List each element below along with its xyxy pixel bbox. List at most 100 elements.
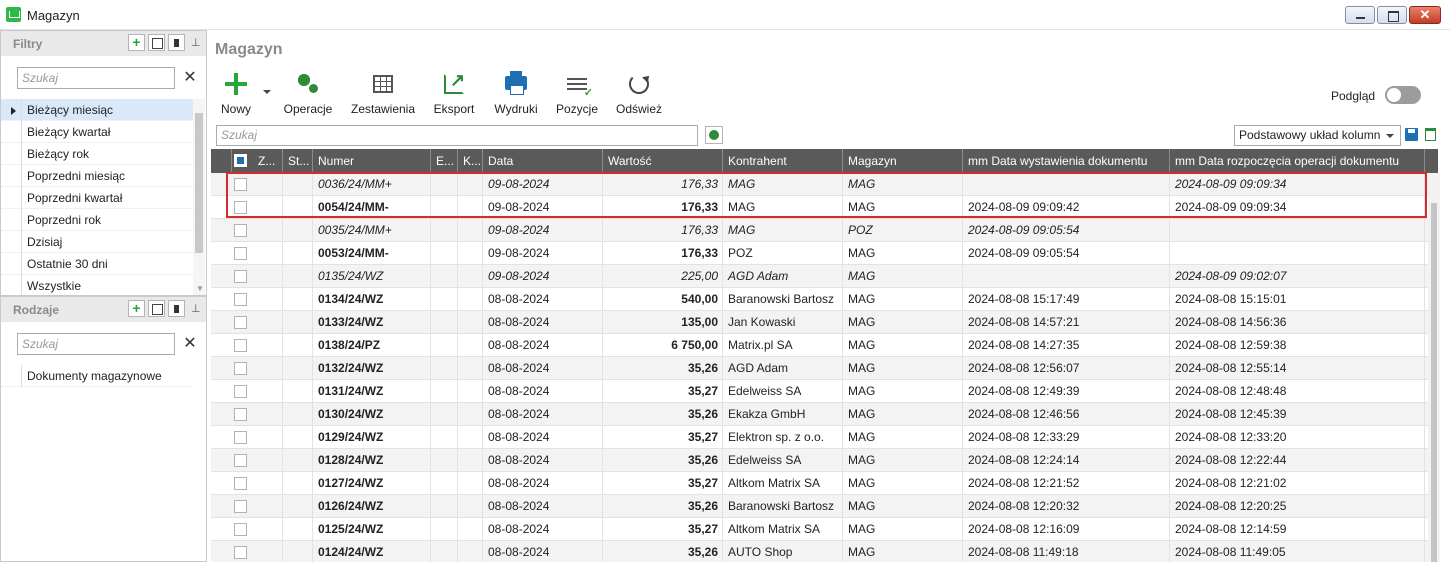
- delete-filter-button[interactable]: [168, 34, 185, 51]
- header-col-z[interactable]: Z...: [253, 149, 283, 173]
- export-button[interactable]: Eksport: [430, 70, 478, 116]
- pin-icon[interactable]: ⊥: [191, 36, 201, 50]
- list-item[interactable]: Wszystkie: [1, 275, 193, 295]
- row-checkbox[interactable]: [234, 270, 247, 283]
- edit-type-button[interactable]: [148, 300, 165, 317]
- table-row[interactable]: 0135/24/WZ 09-08-2024 225,00 AGD Adam MAG 202…: [211, 265, 1438, 288]
- list-item[interactable]: Bieżący miesiąc: [1, 99, 193, 121]
- row-checkbox[interactable]: [234, 339, 247, 352]
- refresh-button[interactable]: Odśwież: [614, 70, 664, 116]
- add-filter-button[interactable]: +: [128, 34, 145, 51]
- filters-search-input[interactable]: Szukaj: [17, 67, 175, 89]
- clear-search-icon[interactable]: ✕: [181, 335, 199, 353]
- scroll-down-icon[interactable]: ▼: [196, 284, 204, 293]
- header-col-kontrahent[interactable]: Kontrahent: [723, 149, 843, 173]
- row-checkbox[interactable]: [234, 224, 247, 237]
- new-dropdown-icon[interactable]: [263, 90, 271, 94]
- grid-search-input[interactable]: Szukaj: [216, 125, 698, 146]
- table-row[interactable]: 0130/24/WZ 08-08-2024 35,26 Ekakza GmbH MAG 2…: [211, 403, 1438, 426]
- cell-z: [253, 380, 283, 403]
- items-button[interactable]: Pozycje: [554, 70, 600, 116]
- table-row[interactable]: 0126/24/WZ 08-08-2024 35,26 Baranowski Bart…: [211, 495, 1438, 518]
- cell-z: [253, 265, 283, 288]
- table-row[interactable]: 0129/24/WZ 08-08-2024 35,27 Elektron sp. z …: [211, 426, 1438, 449]
- table-row[interactable]: 0054/24/MM- 09-08-2024 176,33 MAG MAG 2024-08…: [211, 196, 1438, 219]
- table-row[interactable]: 0133/24/WZ 08-08-2024 135,00 Jan Kowaski MAG…: [211, 311, 1438, 334]
- table-row[interactable]: 0134/24/WZ 08-08-2024 540,00 Baranowski Bar…: [211, 288, 1438, 311]
- header-col-check[interactable]: [211, 149, 232, 173]
- clear-search-icon[interactable]: ✕: [181, 69, 199, 87]
- header-col-e[interactable]: E...: [431, 149, 458, 173]
- add-type-button[interactable]: +: [128, 300, 145, 317]
- row-checkbox[interactable]: [234, 454, 247, 467]
- table-row[interactable]: 0036/24/MM+ 09-08-2024 176,33 MAG MAG 2024-08…: [211, 173, 1438, 196]
- row-checkbox[interactable]: [234, 477, 247, 490]
- row-checkbox[interactable]: [234, 408, 247, 421]
- cell-rozpoczecia: 2024-08-08 12:55:14: [1170, 357, 1425, 380]
- table-row[interactable]: 0127/24/WZ 08-08-2024 35,27 Altkom Matrix S…: [211, 472, 1438, 495]
- select-all-checkbox[interactable]: [234, 154, 247, 167]
- cell-rozpoczecia: [1170, 219, 1425, 242]
- row-checkbox[interactable]: [234, 316, 247, 329]
- pin-icon[interactable]: ⊥: [191, 302, 201, 316]
- scrollbar-thumb[interactable]: [195, 113, 203, 253]
- scrollbar-thumb[interactable]: [1431, 203, 1437, 562]
- row-checkbox[interactable]: [234, 385, 247, 398]
- list-item[interactable]: Dzisiaj: [1, 231, 193, 253]
- cell-kontrahent: MAG: [723, 196, 843, 219]
- grid-scrollbar[interactable]: [1428, 173, 1440, 562]
- column-layout-select[interactable]: Podstawowy układ kolumn: [1234, 125, 1401, 146]
- list-item[interactable]: Dokumenty magazynowe: [1, 365, 193, 387]
- types-search-input[interactable]: Szukaj: [17, 333, 175, 355]
- row-checkbox[interactable]: [234, 523, 247, 536]
- prints-label: Wydruki: [494, 102, 538, 116]
- prints-button[interactable]: Wydruki: [490, 70, 542, 116]
- list-item[interactable]: Bieżący kwartał: [1, 121, 193, 143]
- filters-scrollbar[interactable]: ▼: [193, 99, 205, 295]
- delete-layout-icon[interactable]: [1425, 128, 1436, 141]
- delete-type-button[interactable]: [168, 300, 185, 317]
- header-col-wystawienia[interactable]: mm Data wystawienia dokumentu: [963, 149, 1170, 173]
- list-item[interactable]: Bieżący rok: [1, 143, 193, 165]
- list-item[interactable]: Ostatnie 30 dni: [1, 253, 193, 275]
- row-checkbox[interactable]: [234, 201, 247, 214]
- row-checkbox[interactable]: [234, 546, 247, 559]
- table-row[interactable]: 0035/24/MM+ 09-08-2024 176,33 MAG POZ 2024-08…: [211, 219, 1438, 242]
- row-checkbox[interactable]: [234, 500, 247, 513]
- row-checkbox[interactable]: [234, 293, 247, 306]
- save-layout-icon[interactable]: [1405, 128, 1418, 141]
- table-row[interactable]: 0128/24/WZ 08-08-2024 35,26 Edelweiss SA MAG…: [211, 449, 1438, 472]
- reports-button[interactable]: Zestawienia: [350, 70, 416, 116]
- cell-data: 09-08-2024: [483, 242, 603, 265]
- header-col-k[interactable]: K...: [458, 149, 483, 173]
- row-checkbox[interactable]: [234, 178, 247, 191]
- header-col-magazyn[interactable]: Magazyn: [843, 149, 963, 173]
- table-row[interactable]: 0053/24/MM- 09-08-2024 176,33 POZ MAG 2024-08…: [211, 242, 1438, 265]
- edit-filter-button[interactable]: [148, 34, 165, 51]
- cell-wartosc: 6 750,00: [603, 334, 723, 357]
- row-checkbox[interactable]: [234, 247, 247, 260]
- operations-button[interactable]: Operacje: [280, 70, 336, 116]
- new-button[interactable]: Nowy: [216, 70, 256, 116]
- cell-kontrahent: Matrix.pl SA: [723, 334, 843, 357]
- header-col-data[interactable]: Data: [483, 149, 603, 173]
- list-item[interactable]: Poprzedni miesiąc: [1, 165, 193, 187]
- header-col-wartosc[interactable]: Wartość: [603, 149, 723, 173]
- table-row[interactable]: 0125/24/WZ 08-08-2024 35,27 Altkom Matrix S…: [211, 518, 1438, 541]
- close-button[interactable]: ✕: [1409, 6, 1441, 24]
- preview-toggle[interactable]: [1385, 86, 1421, 104]
- header-col-numer[interactable]: Numer: [313, 149, 431, 173]
- row-checkbox[interactable]: [234, 362, 247, 375]
- list-item[interactable]: Poprzedni kwartał: [1, 187, 193, 209]
- table-row[interactable]: 0124/24/WZ 08-08-2024 35,26 AUTO Shop MAG 202…: [211, 541, 1438, 562]
- row-checkbox[interactable]: [234, 431, 247, 444]
- minimize-button[interactable]: [1345, 6, 1375, 24]
- table-row[interactable]: 0131/24/WZ 08-08-2024 35,27 Edelweiss SA MAG…: [211, 380, 1438, 403]
- header-col-st[interactable]: St...: [283, 149, 313, 173]
- header-col-rozpoczecia[interactable]: mm Data rozpoczęcia operacji dokumentu: [1170, 149, 1425, 173]
- list-item[interactable]: Poprzedni rok: [1, 209, 193, 231]
- search-settings-icon[interactable]: [705, 126, 723, 144]
- maximize-button[interactable]: [1377, 6, 1407, 24]
- table-row[interactable]: 0132/24/WZ 08-08-2024 35,26 AGD Adam MAG 2024…: [211, 357, 1438, 380]
- table-row[interactable]: 0138/24/PZ 08-08-2024 6 750,00 Matrix.pl SA…: [211, 334, 1438, 357]
